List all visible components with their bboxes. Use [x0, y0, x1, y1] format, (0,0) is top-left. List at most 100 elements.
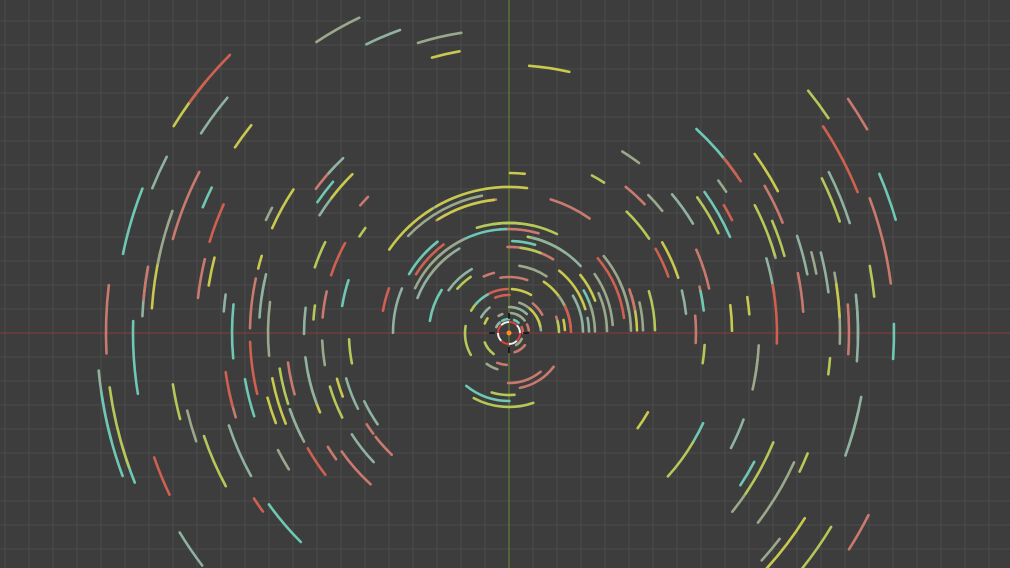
curve-stroke[interactable]	[286, 361, 296, 396]
curve-stroke[interactable]	[302, 306, 307, 336]
curve-stroke[interactable]	[518, 365, 555, 390]
curve-stroke[interactable]	[835, 282, 841, 319]
curve-stroke[interactable]	[763, 184, 784, 224]
curve-stroke[interactable]	[224, 370, 234, 408]
curve-stroke[interactable]	[519, 246, 542, 255]
curve-stroke[interactable]	[500, 317, 511, 323]
curve-stroke[interactable]	[820, 177, 841, 223]
curve-stroke[interactable]	[358, 226, 367, 238]
curve-stroke[interactable]	[846, 97, 869, 131]
curve-stroke[interactable]	[806, 89, 830, 120]
curve-stroke[interactable]	[597, 291, 609, 333]
curve-stroke[interactable]	[313, 240, 327, 269]
curve-stroke[interactable]	[798, 452, 809, 473]
curve-stroke[interactable]	[753, 152, 780, 193]
curve-stroke[interactable]	[654, 247, 670, 278]
curve-stroke[interactable]	[347, 338, 354, 365]
3d-viewport[interactable]	[0, 0, 1010, 568]
curve-stroke[interactable]	[625, 210, 651, 240]
curve-stroke[interactable]	[359, 195, 370, 207]
curve-stroke[interactable]	[164, 209, 174, 234]
curve-stroke[interactable]	[207, 256, 216, 287]
curve-stroke[interactable]	[680, 289, 688, 315]
curve-stroke[interactable]	[590, 174, 606, 184]
curve-stroke[interactable]	[330, 172, 354, 200]
curve-stroke[interactable]	[621, 150, 641, 165]
curve-stroke[interactable]	[256, 254, 263, 270]
curve-stroke[interactable]	[270, 188, 295, 230]
curve-stroke[interactable]	[751, 357, 759, 391]
curve-stroke[interactable]	[847, 395, 863, 449]
curve-stroke[interactable]	[701, 343, 706, 365]
curve-stroke[interactable]	[821, 125, 859, 194]
curve-stroke[interactable]	[510, 287, 533, 297]
curve-stroke[interactable]	[340, 450, 372, 486]
curve-stroke[interactable]	[868, 264, 876, 298]
curve-stroke[interactable]	[267, 503, 303, 544]
curve-stroke[interactable]	[729, 418, 745, 450]
curve-stroke[interactable]	[490, 391, 516, 397]
curve-stroke[interactable]	[365, 28, 402, 46]
curve-stroke[interactable]	[252, 497, 265, 513]
curve-stroke[interactable]	[647, 193, 664, 213]
curve-stroke[interactable]	[233, 124, 253, 149]
curve-stroke[interactable]	[562, 318, 567, 332]
curve-stroke[interactable]	[201, 186, 213, 209]
curve-stroke[interactable]	[722, 157, 742, 183]
curve-stroke[interactable]	[868, 197, 893, 285]
curve-stroke[interactable]	[151, 155, 168, 190]
curve-stroke[interactable]	[520, 325, 525, 334]
curve-stroke[interactable]	[248, 340, 259, 396]
curve-stroke[interactable]	[321, 290, 328, 319]
curve-stroke[interactable]	[230, 303, 235, 360]
curve-stroke[interactable]	[188, 53, 232, 104]
curve-stroke[interactable]	[819, 251, 830, 294]
curve-stroke[interactable]	[647, 289, 657, 332]
curve-stroke[interactable]	[810, 251, 818, 275]
curve-stroke[interactable]	[171, 170, 201, 241]
curve-stroke[interactable]	[508, 171, 526, 176]
curve-stroke[interactable]	[695, 248, 711, 290]
curve-stroke[interactable]	[512, 318, 520, 325]
curve-stroke[interactable]	[152, 456, 171, 496]
curve-stroke[interactable]	[827, 356, 832, 376]
curve-stroke[interactable]	[344, 377, 360, 410]
curve-stroke[interactable]	[171, 383, 182, 421]
curve-stroke[interactable]	[525, 323, 531, 332]
curve-stroke[interactable]	[628, 288, 637, 311]
curve-stroke[interactable]	[556, 320, 561, 334]
curve-stroke[interactable]	[258, 279, 266, 319]
curve-stroke[interactable]	[121, 187, 144, 256]
curve-stroke[interactable]	[891, 322, 896, 361]
curve-stroke[interactable]	[670, 193, 695, 225]
curve-stroke[interactable]	[846, 303, 851, 356]
curve-stroke[interactable]	[266, 300, 272, 357]
curve-stroke[interactable]	[497, 312, 504, 318]
curve-stroke[interactable]	[199, 96, 229, 135]
curve-stroke[interactable]	[759, 516, 807, 568]
curve-stroke[interactable]	[796, 271, 805, 313]
curve-stroke[interactable]	[227, 424, 253, 478]
curve-stroke[interactable]	[795, 234, 809, 276]
curve-stroke[interactable]	[456, 227, 508, 244]
curve-stroke[interactable]	[854, 293, 860, 363]
curve-stroke[interactable]	[288, 408, 303, 438]
curve-stroke[interactable]	[381, 287, 391, 312]
curve-stroke[interactable]	[586, 316, 591, 333]
curve-stroke[interactable]	[430, 50, 461, 59]
curve-stroke[interactable]	[507, 305, 516, 309]
curve-stroke[interactable]	[428, 288, 443, 323]
curve-stroke[interactable]	[463, 324, 473, 357]
curve-stroke[interactable]	[779, 525, 833, 568]
curve-stroke[interactable]	[196, 257, 207, 300]
curve-stroke[interactable]	[636, 411, 650, 430]
curve-stroke[interactable]	[510, 239, 537, 247]
curve-stroke[interactable]	[499, 275, 529, 282]
curve-stroke[interactable]	[756, 461, 796, 524]
curve-stroke[interactable]	[416, 31, 463, 45]
curve-stroke[interactable]	[729, 303, 734, 332]
curve-stroke[interactable]	[495, 361, 508, 367]
curve-stroke[interactable]	[156, 232, 167, 265]
curve-strokes[interactable]	[97, 0, 897, 568]
curve-stroke[interactable]	[472, 396, 535, 409]
